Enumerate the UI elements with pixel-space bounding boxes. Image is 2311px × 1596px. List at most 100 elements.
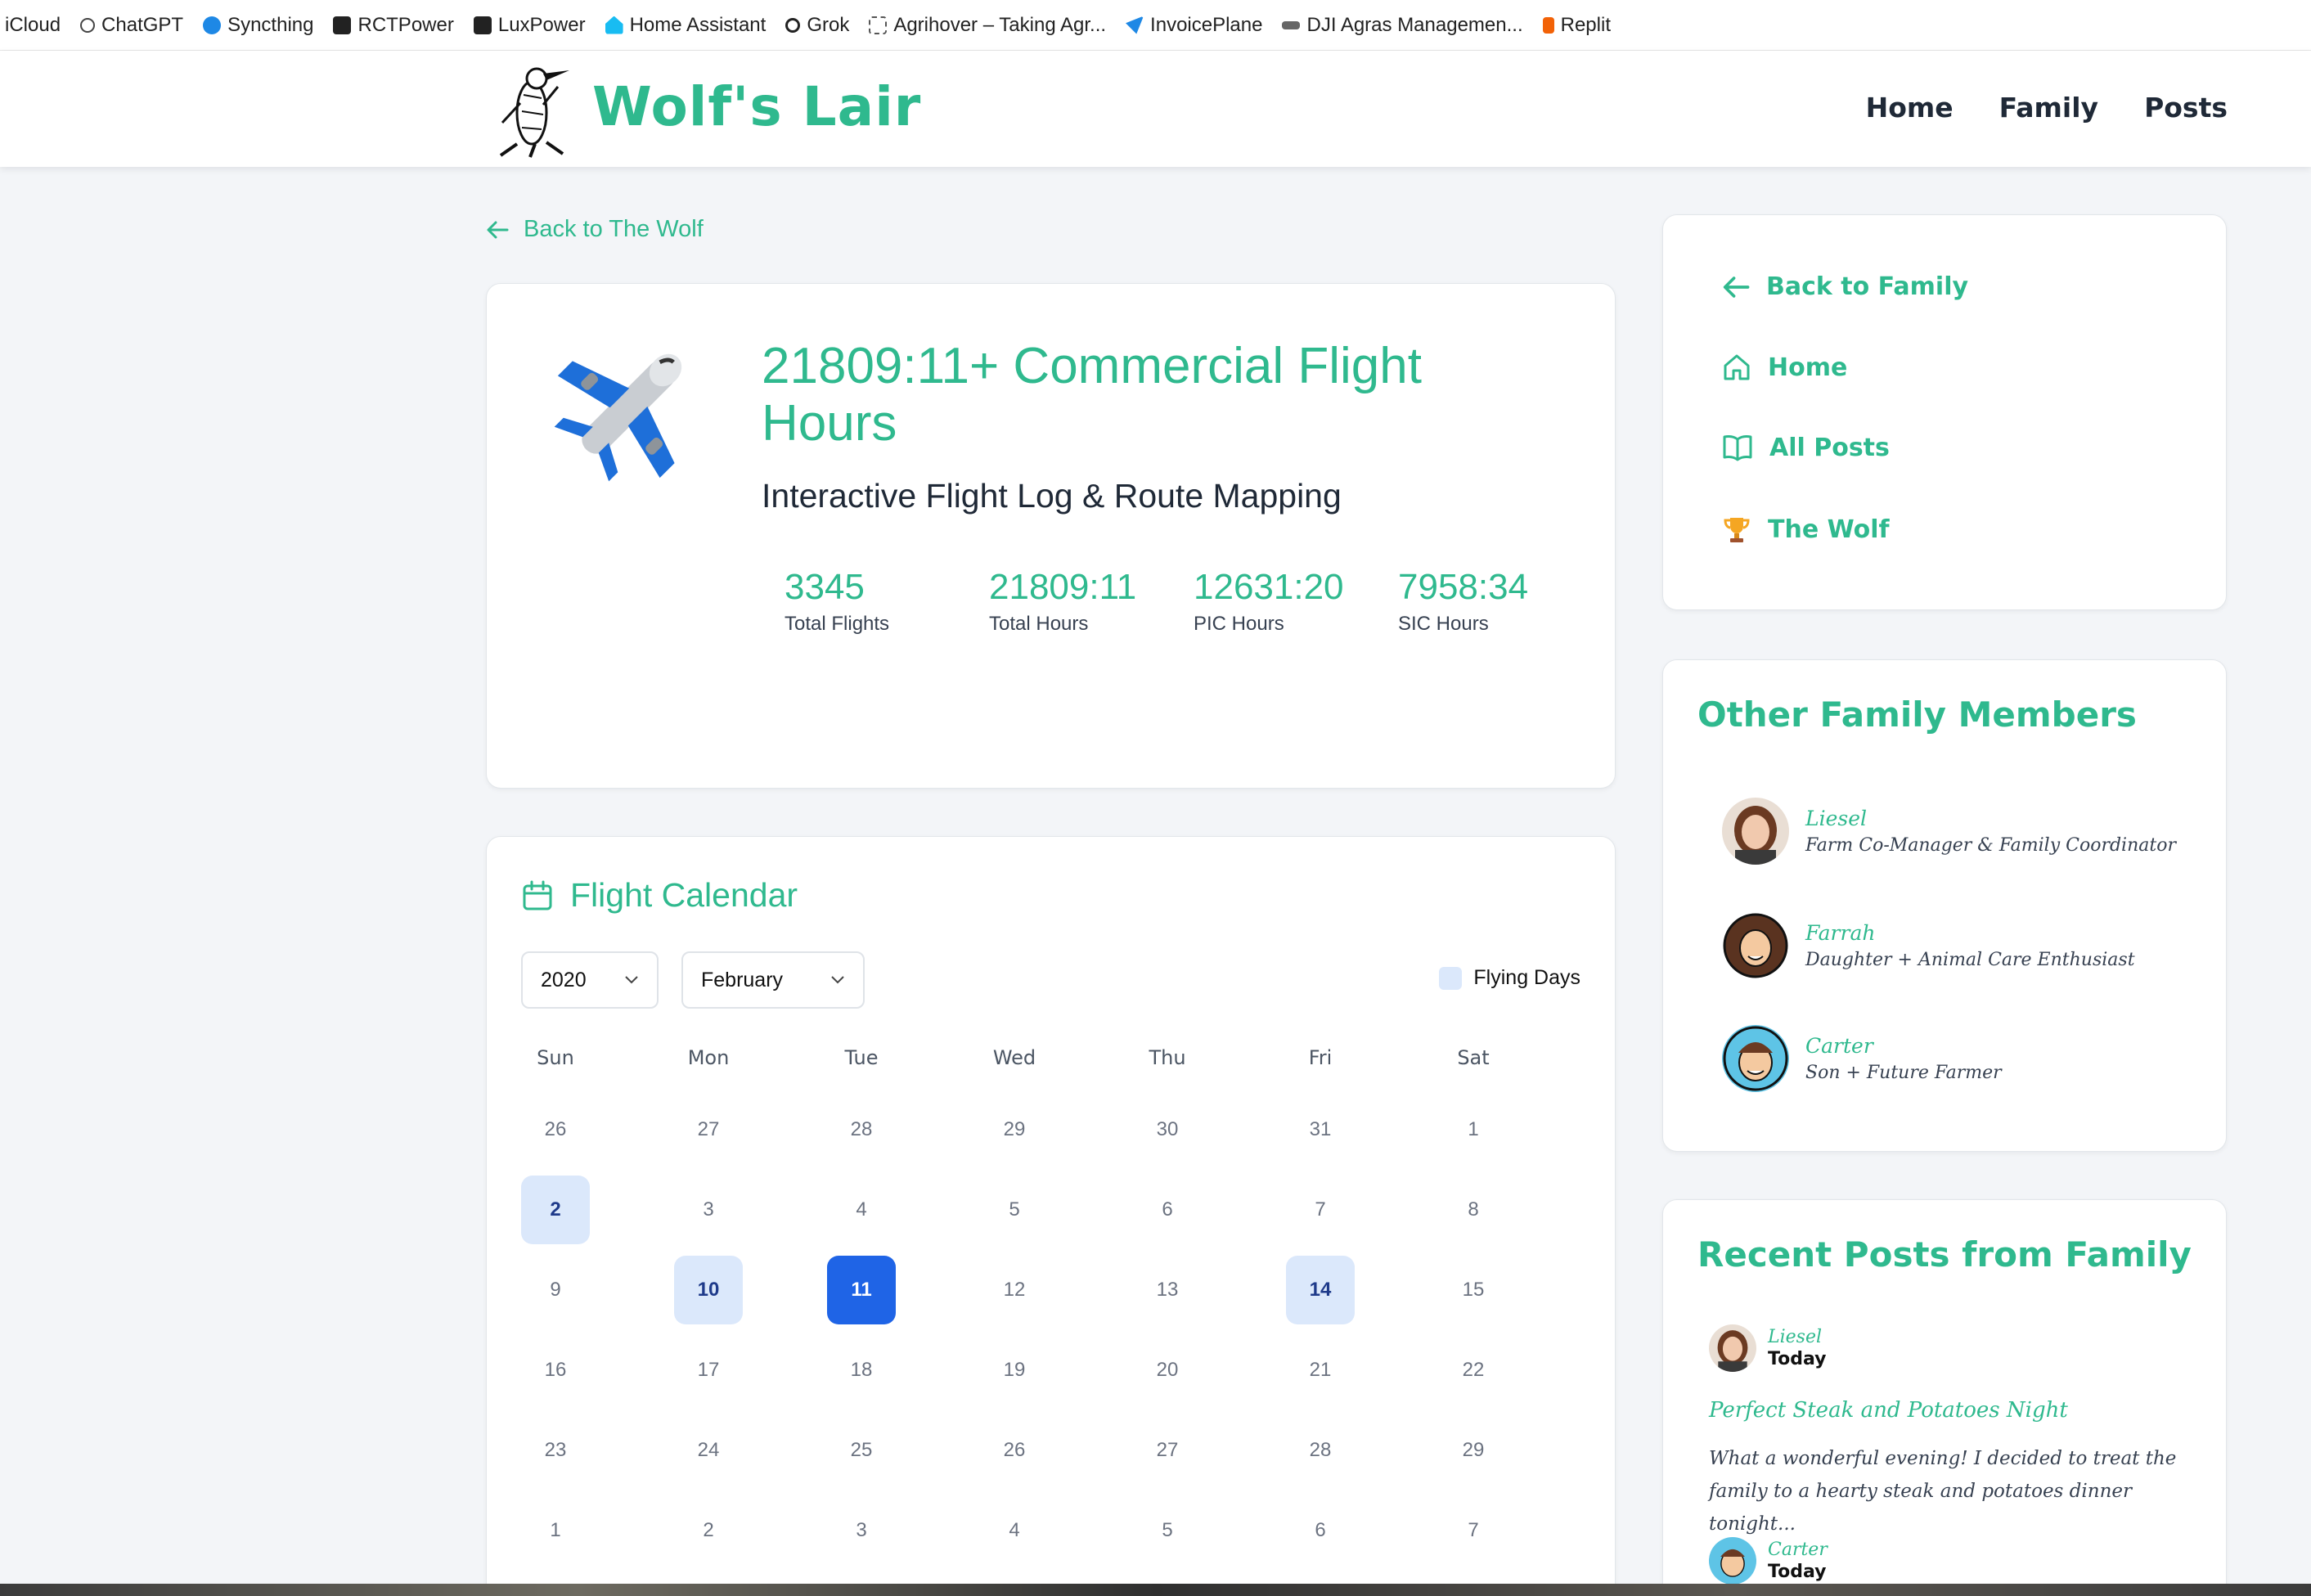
- month-select-value: February: [701, 968, 784, 991]
- calendar-day[interactable]: 7: [1439, 1496, 1508, 1565]
- calendar-day[interactable]: 30: [1133, 1095, 1202, 1164]
- calendar-day[interactable]: 10: [674, 1256, 743, 1324]
- calendar-day-cell: 18: [827, 1336, 980, 1416]
- calendar-day-cell: 7: [1286, 1176, 1439, 1256]
- sidebar-back-to-family[interactable]: Back to Family: [1722, 272, 1968, 301]
- calendar-day[interactable]: 24: [674, 1416, 743, 1485]
- bookmark-agrihover[interactable]: Agrihover – Taking Agr...: [869, 14, 1106, 37]
- member-info: Carter Son + Future Farmer: [1805, 1034, 2002, 1083]
- calendar-day[interactable]: 23: [521, 1416, 590, 1485]
- sidebar-the-wolf[interactable]: The Wolf: [1722, 515, 1890, 544]
- home-assistant-icon: [605, 16, 623, 34]
- calendar-day[interactable]: 26: [980, 1416, 1049, 1485]
- calendar-day[interactable]: 15: [1439, 1256, 1508, 1324]
- member-role: Son + Future Farmer: [1805, 1063, 2002, 1083]
- weekday-label: Sat: [1457, 1046, 1490, 1069]
- calendar-day[interactable]: 18: [827, 1336, 896, 1405]
- calendar-day[interactable]: 27: [674, 1095, 743, 1164]
- post-title-link[interactable]: Perfect Steak and Potatoes Night: [1709, 1398, 2068, 1423]
- bookmark-syncthing[interactable]: Syncthing: [203, 14, 313, 37]
- bookmark-grok[interactable]: Grok: [785, 14, 849, 37]
- rctpower-icon: [333, 16, 352, 34]
- back-to-wolf-link[interactable]: Back to The Wolf: [486, 216, 704, 243]
- month-select[interactable]: February: [681, 951, 865, 1009]
- sidebar-home[interactable]: Home: [1722, 353, 1847, 382]
- bookmark-luxpower[interactable]: LuxPower: [473, 14, 586, 37]
- calendar-day-cell: 29: [980, 1095, 1133, 1176]
- calendar-day[interactable]: 27: [1133, 1416, 1202, 1485]
- bookmark-dji[interactable]: DJI Agras Managemen...: [1282, 14, 1523, 37]
- site-logo-text[interactable]: Wolf's Lair: [592, 75, 921, 138]
- airplane-icon: [554, 353, 682, 482]
- calendar-day[interactable]: 14: [1286, 1256, 1355, 1324]
- bookmark-invoiceplane[interactable]: InvoicePlane: [1126, 14, 1262, 37]
- calendar-day[interactable]: 11: [827, 1256, 896, 1324]
- calendar-day[interactable]: 29: [1439, 1416, 1508, 1485]
- calendar-day[interactable]: 28: [1286, 1416, 1355, 1485]
- nav-posts-link[interactable]: Posts: [2144, 92, 2228, 124]
- chatgpt-icon: [80, 17, 96, 33]
- sidebar-item-label: The Wolf: [1768, 515, 1890, 544]
- luxpower-icon: [473, 16, 492, 34]
- calendar-day[interactable]: 8: [1439, 1176, 1508, 1244]
- calendar-day[interactable]: 5: [1133, 1496, 1202, 1565]
- calendar-day-cell: 17: [674, 1336, 827, 1416]
- stat-total-hours: 21809:11 Total Hours: [989, 567, 1194, 636]
- calendar-day[interactable]: 2: [521, 1176, 590, 1244]
- calendar-day[interactable]: 4: [827, 1176, 896, 1244]
- recent-posts-title: Recent Posts from Family: [1697, 1234, 2192, 1275]
- bookmark-rctpower[interactable]: RCTPower: [333, 14, 454, 37]
- calendar-day[interactable]: 6: [1133, 1176, 1202, 1244]
- calendar-day[interactable]: 2: [674, 1496, 743, 1565]
- calendar-day[interactable]: 26: [521, 1095, 590, 1164]
- calendar-day[interactable]: 4: [980, 1496, 1049, 1565]
- calendar-day[interactable]: 6: [1286, 1496, 1355, 1565]
- calendar-header: Flight Calendar: [521, 876, 798, 915]
- calendar-day[interactable]: 1: [1439, 1095, 1508, 1164]
- post-author-liesel[interactable]: Liesel Today: [1709, 1324, 1826, 1372]
- calendar-day[interactable]: 29: [980, 1095, 1049, 1164]
- bookmark-home-assistant[interactable]: Home Assistant: [605, 14, 766, 37]
- calendar-day[interactable]: 31: [1286, 1095, 1355, 1164]
- stat-pic-hours: 12631:20 PIC Hours: [1194, 567, 1398, 636]
- calendar-day-cell: 11: [827, 1256, 980, 1336]
- nav-home-link[interactable]: Home: [1866, 92, 1954, 124]
- bookmark-replit[interactable]: Replit: [1542, 14, 1611, 37]
- member-card-carter[interactable]: Carter Son + Future Farmer: [1722, 1025, 2002, 1092]
- calendar-day[interactable]: 19: [980, 1336, 1049, 1405]
- calendar-day[interactable]: 5: [980, 1176, 1049, 1244]
- sidebar-all-posts[interactable]: All Posts: [1722, 433, 1890, 462]
- calendar-day[interactable]: 25: [827, 1416, 896, 1485]
- bookmark-label: Syncthing: [227, 13, 314, 36]
- stat-sic-hours: 7958:34 SIC Hours: [1398, 567, 1603, 636]
- calendar-icon: [523, 880, 552, 910]
- calendar-day[interactable]: 9: [521, 1256, 590, 1324]
- member-role: Daughter + Animal Care Enthusiast: [1805, 950, 2135, 970]
- calendar-day[interactable]: 1: [521, 1496, 590, 1565]
- sidebar-item-label: Back to Family: [1766, 272, 1969, 301]
- calendar-day[interactable]: 13: [1133, 1256, 1202, 1324]
- wolf-logo-image[interactable]: [484, 62, 579, 159]
- calendar-day[interactable]: 17: [674, 1336, 743, 1405]
- nav-family-link[interactable]: Family: [1999, 92, 2098, 124]
- calendar-day[interactable]: 16: [521, 1336, 590, 1405]
- calendar-day[interactable]: 3: [827, 1496, 896, 1565]
- calendar-day[interactable]: 28: [827, 1095, 896, 1164]
- member-card-liesel[interactable]: Liesel Farm Co-Manager & Family Coordina…: [1722, 798, 2176, 865]
- calendar-day[interactable]: 7: [1286, 1176, 1355, 1244]
- calendar-day-cell: 19: [980, 1336, 1133, 1416]
- calendar-day-cell: 6: [1133, 1176, 1286, 1256]
- sidebar-item-label: All Posts: [1769, 433, 1890, 462]
- grok-icon: [785, 17, 801, 33]
- agrihover-icon: [869, 16, 888, 34]
- calendar-day[interactable]: 21: [1286, 1336, 1355, 1405]
- calendar-day[interactable]: 3: [674, 1176, 743, 1244]
- bookmark-icloud[interactable]: iCloud: [5, 14, 61, 37]
- calendar-day[interactable]: 20: [1133, 1336, 1202, 1405]
- calendar-day[interactable]: 22: [1439, 1336, 1508, 1405]
- bookmark-chatgpt[interactable]: ChatGPT: [80, 14, 183, 37]
- year-select[interactable]: 2020: [521, 951, 659, 1009]
- member-card-farrah[interactable]: Farrah Daughter + Animal Care Enthusiast: [1722, 912, 2135, 979]
- calendar-day[interactable]: 12: [980, 1256, 1049, 1324]
- post-author-carter[interactable]: Carter Today: [1709, 1537, 1828, 1585]
